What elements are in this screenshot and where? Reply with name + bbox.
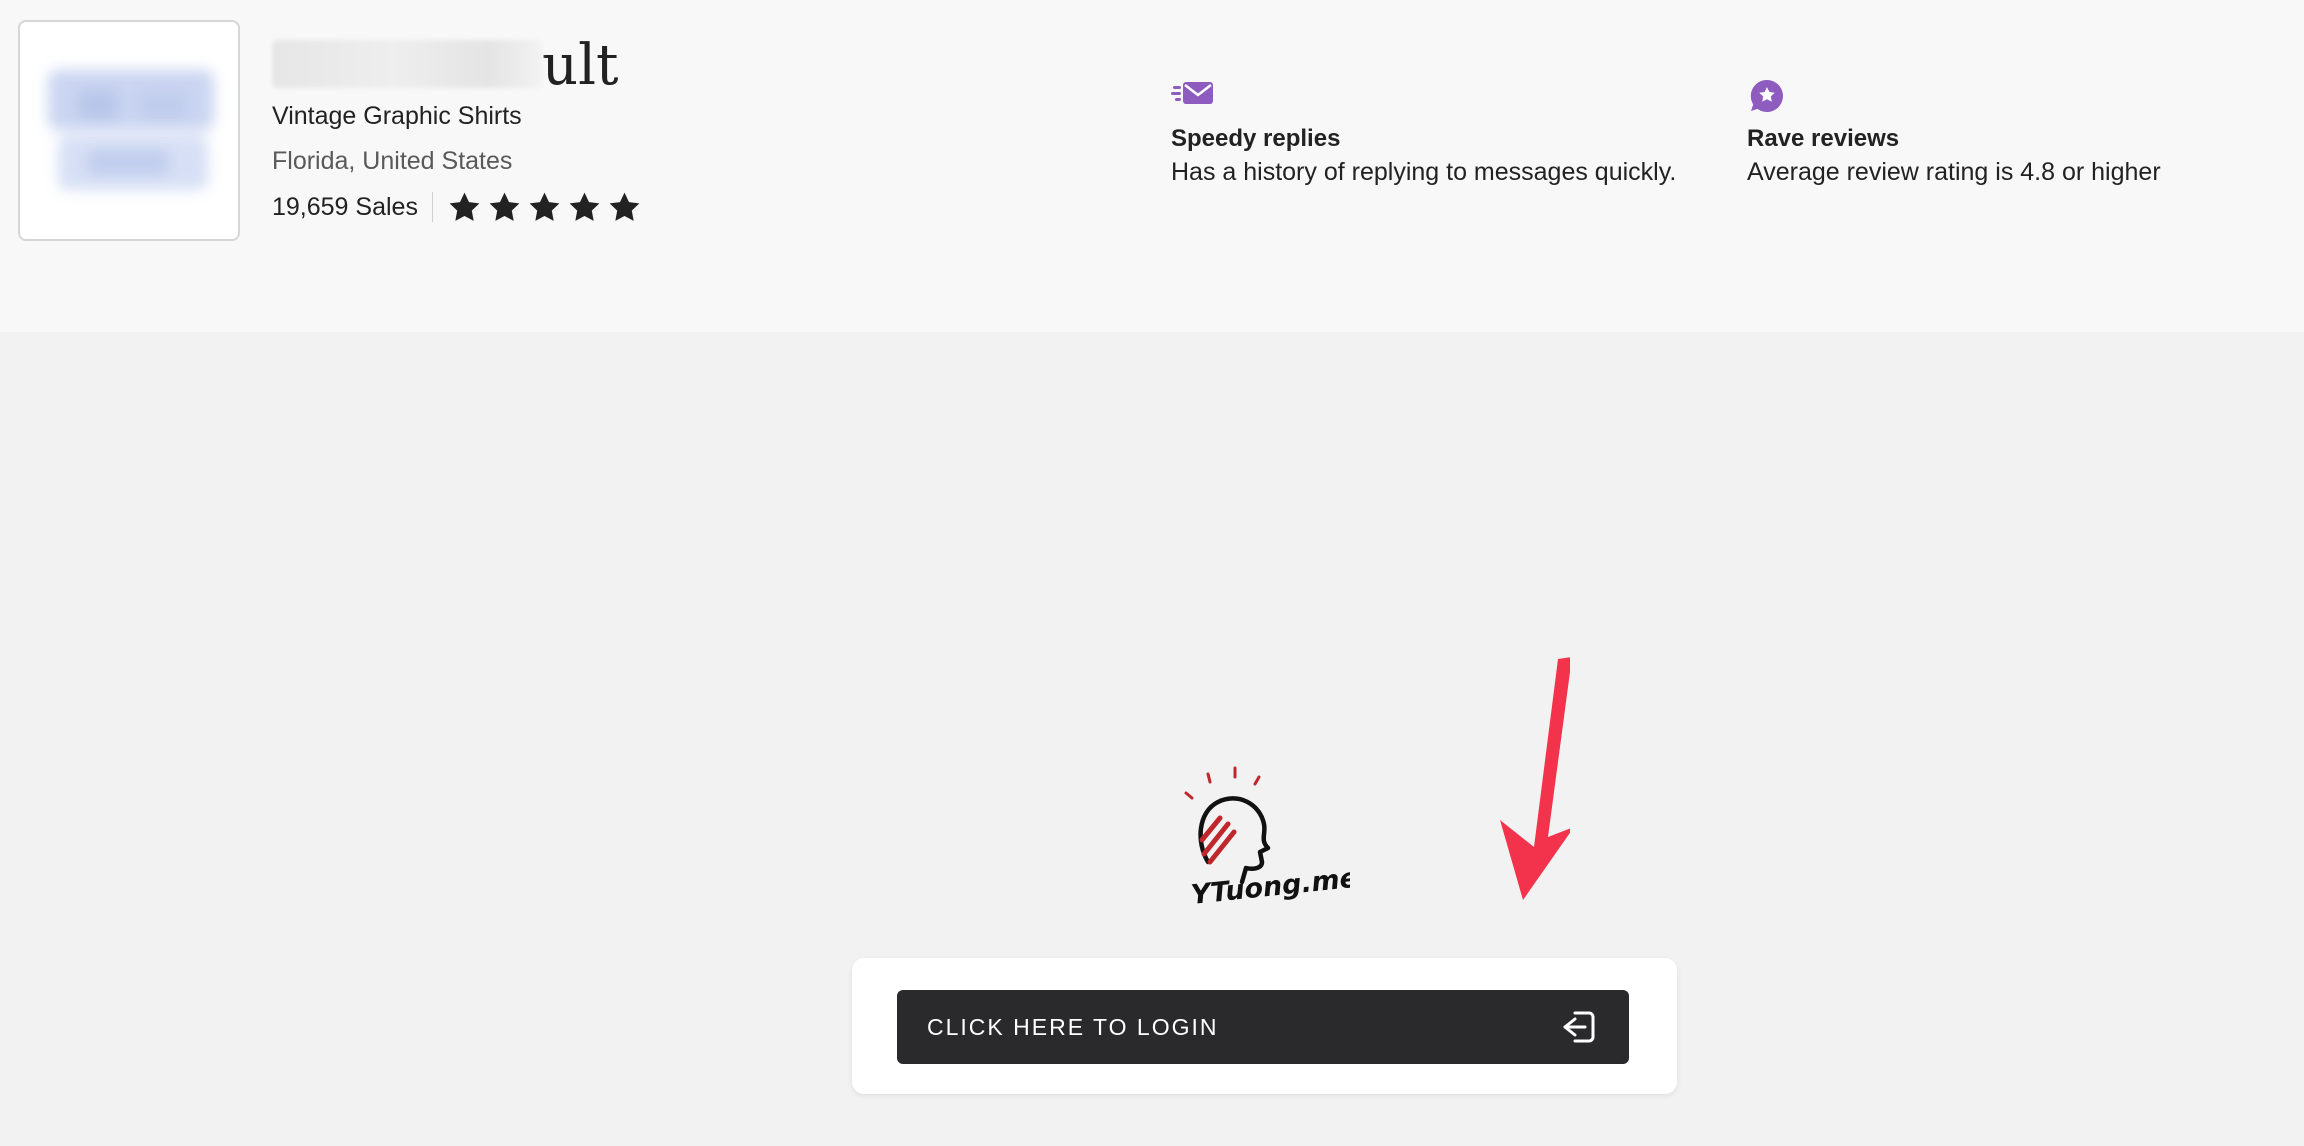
rating-stars[interactable] xyxy=(447,190,642,225)
login-card: CLICK HERE TO LOGIN xyxy=(852,958,1677,1094)
sales-count: 19,659 Sales xyxy=(272,193,418,221)
badge-title: Rave reviews xyxy=(1747,125,1900,152)
watermark-logo: YTuong.me xyxy=(1184,766,1350,911)
shop-location: Florida, United States xyxy=(272,147,513,175)
shop-header: oldschoolcult Vintage Graphic Shirts Flo… xyxy=(0,0,2304,332)
badge-description: Has a history of replying to messages qu… xyxy=(1171,158,1677,186)
star-icon xyxy=(449,192,480,221)
shop-name[interactable]: oldschoolcult xyxy=(272,34,618,98)
shop-title: Vintage Graphic Shirts xyxy=(272,102,522,130)
badge-rave-reviews: Rave reviews Average review rating is 4.… xyxy=(1747,76,2161,189)
sales-row: 19,659 Sales xyxy=(272,187,642,227)
star-chat-icon xyxy=(1750,79,1783,112)
watermark-text: YTuong.me xyxy=(1189,863,1350,911)
shop-logo[interactable] xyxy=(18,20,240,241)
arrow-annotation xyxy=(1500,657,1570,900)
login-button[interactable]: CLICK HERE TO LOGIN xyxy=(897,990,1629,1064)
mail-fast-icon xyxy=(1171,82,1213,104)
badge-description: Average review rating is 4.8 or higher xyxy=(1747,158,2161,186)
divider xyxy=(431,192,433,222)
badge-title: Speedy replies xyxy=(1171,125,1341,152)
shop-logo-image xyxy=(48,70,214,190)
star-icon xyxy=(609,192,640,221)
login-enter-icon xyxy=(1563,1011,1595,1043)
star-icon xyxy=(489,192,520,221)
login-button-label: CLICK HERE TO LOGIN xyxy=(927,1013,1219,1040)
shop-name-masked: oldschoolc xyxy=(272,40,542,88)
star-icon xyxy=(569,192,600,221)
badge-speedy-replies: Speedy replies Has a history of replying… xyxy=(1171,76,1676,189)
star-icon xyxy=(529,192,560,221)
